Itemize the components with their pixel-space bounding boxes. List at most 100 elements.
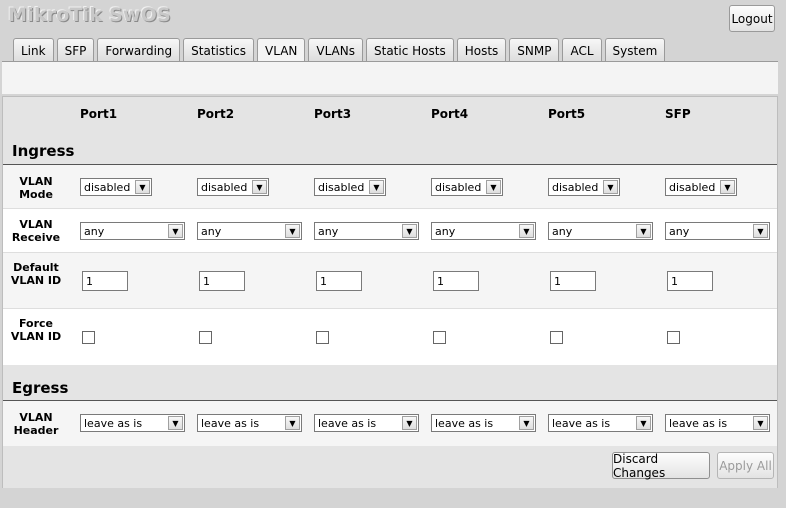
chevron-down-icon: ▼	[168, 224, 183, 238]
app-logo: MikroTik SwOS	[8, 4, 171, 26]
vlan-mode-select[interactable]: disabled ▼	[80, 178, 152, 196]
chevron-down-icon: ▼	[519, 224, 534, 238]
default-vlan-id-input[interactable]: 1	[82, 271, 128, 291]
chevron-down-icon: ▼	[402, 224, 417, 238]
port-header: Port5	[548, 107, 586, 121]
section-title: Egress	[12, 379, 69, 397]
select-value: disabled	[201, 180, 248, 194]
select-value: leave as is	[201, 416, 260, 430]
default-vlan-id-input[interactable]: 1	[199, 271, 245, 291]
vlan-mode-select[interactable]: disabled ▼	[431, 178, 503, 196]
tab-content-band	[2, 61, 778, 94]
tab-bar: Link SFP Forwarding Statistics VLAN VLAN…	[13, 38, 668, 63]
select-value: disabled	[552, 180, 599, 194]
force-vlan-id-checkbox[interactable]	[667, 331, 680, 344]
select-value: leave as is	[318, 416, 377, 430]
vlan-header-select[interactable]: leave as is ▼	[197, 414, 302, 432]
egress-section-header: Egress	[3, 365, 777, 401]
vlan-header-select[interactable]: leave as is ▼	[665, 414, 770, 432]
vlan-header-select[interactable]: leave as is ▼	[431, 414, 536, 432]
port-header: Port1	[80, 107, 118, 121]
force-vlan-id-checkbox[interactable]	[82, 331, 95, 344]
default-vlan-id-input[interactable]: 1	[433, 271, 479, 291]
tab-forwarding[interactable]: Forwarding	[97, 38, 181, 62]
select-value: any	[435, 224, 456, 238]
chevron-down-icon: ▼	[636, 224, 651, 238]
select-value: disabled	[669, 180, 716, 194]
port-header-row: Port1 Port2 Port3 Port4 Port5 SFP	[3, 97, 777, 133]
tab-sfp[interactable]: SFP	[56, 38, 95, 62]
vlan-panel: Port1 Port2 Port3 Port4 Port5 SFP Ingres…	[2, 96, 778, 488]
force-vlan-id-row: Force VLAN ID	[3, 309, 777, 365]
force-vlan-id-checkbox[interactable]	[316, 331, 329, 344]
port-header: Port3	[314, 107, 352, 121]
discard-changes-button[interactable]: Discard Changes	[612, 452, 710, 480]
chevron-down-icon: ▼	[636, 416, 651, 430]
vlan-header-select[interactable]: leave as is ▼	[548, 414, 653, 432]
chevron-down-icon: ▼	[168, 416, 183, 430]
chevron-down-icon: ▼	[135, 180, 150, 194]
default-vlan-id-row: Default VLAN ID 1 1 1 1 1 1	[3, 253, 777, 309]
select-value: any	[552, 224, 573, 238]
vlan-receive-select[interactable]: any ▼	[314, 222, 419, 240]
vlan-mode-select[interactable]: disabled ▼	[665, 178, 737, 196]
row-label: Force VLAN ID	[10, 317, 62, 343]
apply-all-button[interactable]: Apply All	[717, 452, 774, 479]
vlan-receive-select[interactable]: any ▼	[665, 222, 770, 240]
vlan-receive-select[interactable]: any ▼	[197, 222, 302, 240]
vlan-header-row: VLAN Header leave as is ▼ leave as is ▼ le…	[3, 401, 777, 446]
vlan-header-select[interactable]: leave as is ▼	[314, 414, 419, 432]
chevron-down-icon: ▼	[285, 224, 300, 238]
tab-statistics[interactable]: Statistics	[183, 38, 255, 62]
select-value: any	[318, 224, 339, 238]
tab-vlan[interactable]: VLAN	[257, 38, 306, 63]
select-value: disabled	[435, 180, 482, 194]
tab-link[interactable]: Link	[13, 38, 54, 62]
select-value: any	[84, 224, 105, 238]
default-vlan-id-input[interactable]: 1	[316, 271, 362, 291]
chevron-down-icon: ▼	[603, 180, 618, 194]
chevron-down-icon: ▼	[369, 180, 384, 194]
chevron-down-icon: ▼	[402, 416, 417, 430]
ingress-section-header: Ingress	[3, 133, 777, 165]
tab-system[interactable]: System	[604, 38, 666, 62]
logout-button[interactable]: Logout	[729, 5, 775, 32]
chevron-down-icon: ▼	[753, 224, 768, 238]
tab-static-hosts[interactable]: Static Hosts	[366, 38, 454, 62]
row-label: Default VLAN ID	[10, 261, 62, 287]
chevron-down-icon: ▼	[519, 416, 534, 430]
force-vlan-id-checkbox[interactable]	[433, 331, 446, 344]
tab-vlans[interactable]: VLANs	[308, 38, 363, 62]
select-value: any	[669, 224, 690, 238]
vlan-receive-select[interactable]: any ▼	[80, 222, 185, 240]
chevron-down-icon: ▼	[720, 180, 735, 194]
tab-acl[interactable]: ACL	[562, 38, 602, 62]
select-value: leave as is	[552, 416, 611, 430]
vlan-header-select[interactable]: leave as is ▼	[80, 414, 185, 432]
chevron-down-icon: ▼	[285, 416, 300, 430]
vlan-mode-select[interactable]: disabled ▼	[197, 178, 269, 196]
vlan-mode-select[interactable]: disabled ▼	[548, 178, 620, 196]
row-label: VLAN Header	[13, 411, 59, 437]
action-bar: Discard Changes Apply All	[3, 446, 777, 488]
vlan-receive-select[interactable]: any ▼	[548, 222, 653, 240]
select-value: any	[201, 224, 222, 238]
section-title: Ingress	[12, 142, 75, 160]
vlan-receive-select[interactable]: any ▼	[431, 222, 536, 240]
select-value: disabled	[318, 180, 365, 194]
default-vlan-id-input[interactable]: 1	[667, 271, 713, 291]
select-value: leave as is	[84, 416, 143, 430]
force-vlan-id-checkbox[interactable]	[550, 331, 563, 344]
port-header: SFP	[665, 107, 691, 121]
vlan-mode-row: VLAN Mode disabled ▼ disabled ▼ disabled ▼ …	[3, 165, 777, 209]
vlan-receive-row: VLAN Receive any ▼ any ▼ any ▼ any ▼ any ▼ an…	[3, 209, 777, 253]
select-value: leave as is	[669, 416, 728, 430]
tab-hosts[interactable]: Hosts	[456, 38, 507, 62]
vlan-mode-select[interactable]: disabled ▼	[314, 178, 386, 196]
default-vlan-id-input[interactable]: 1	[550, 271, 596, 291]
chevron-down-icon: ▼	[486, 180, 501, 194]
force-vlan-id-checkbox[interactable]	[199, 331, 212, 344]
tab-snmp[interactable]: SNMP	[509, 38, 560, 62]
select-value: disabled	[84, 180, 131, 194]
port-header: Port4	[431, 107, 469, 121]
